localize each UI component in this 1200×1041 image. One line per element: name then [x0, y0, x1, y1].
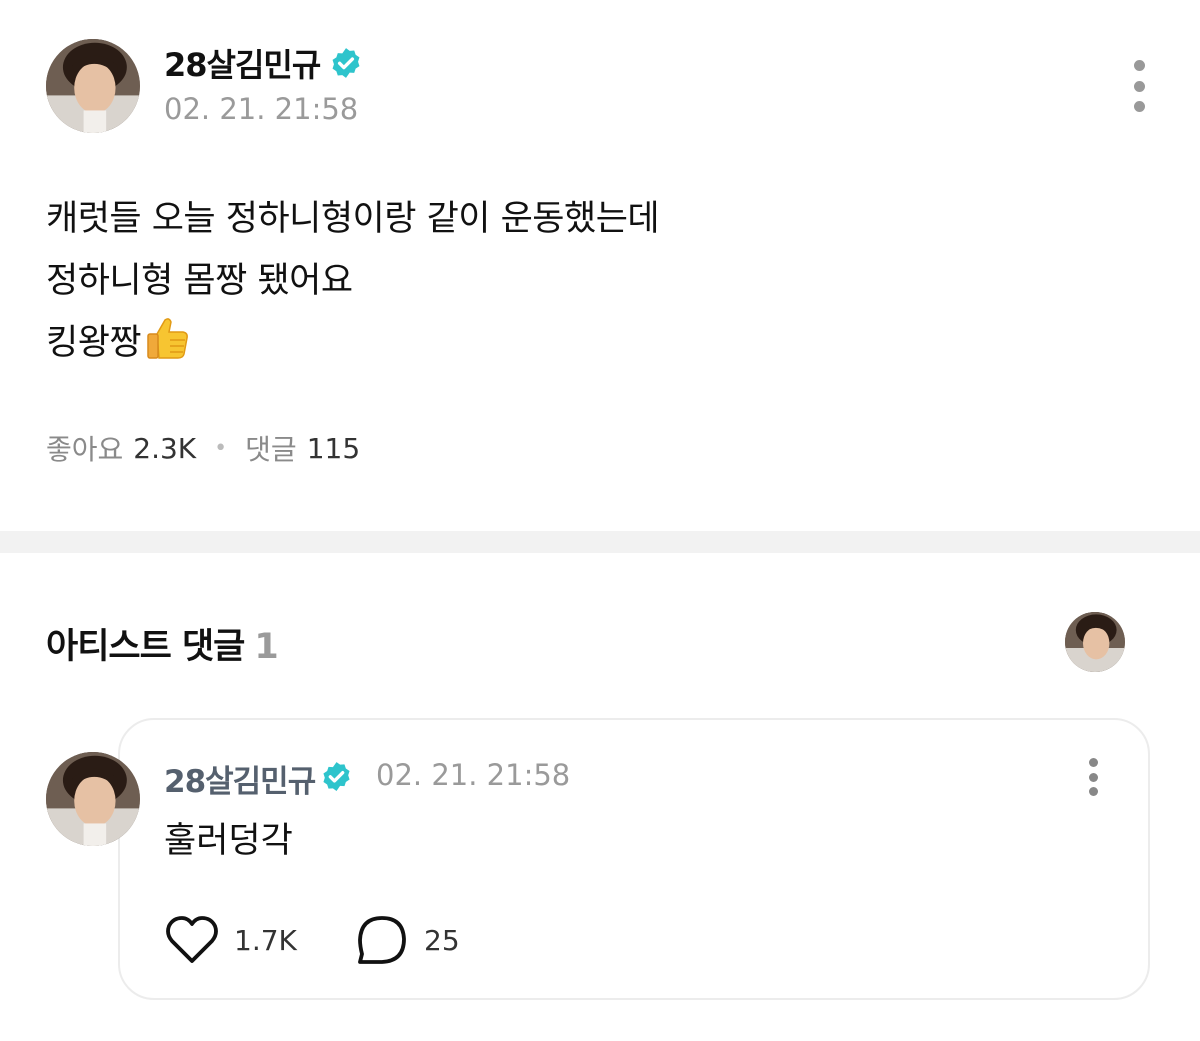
artist-comments-heading: 아티스트 댓글 1	[46, 618, 279, 669]
thumbs-up-emoji	[147, 318, 189, 359]
more-vertical-icon	[1088, 758, 1098, 767]
avatar-image	[46, 39, 140, 133]
comment-author-name[interactable]: 28살김민규	[164, 756, 316, 801]
post-body-line: 킹왕짱	[46, 323, 142, 363]
artist-comments-title: 아티스트 댓글	[46, 627, 245, 667]
comments-count: 115	[306, 431, 361, 465]
likes-label: 좋아요	[46, 433, 124, 466]
avatar-image	[46, 752, 140, 846]
verified-badge-icon	[323, 762, 350, 791]
comment-author-avatar[interactable]	[46, 752, 140, 846]
section-divider	[0, 531, 1200, 553]
more-dot	[1133, 101, 1145, 112]
post-author-avatar[interactable]	[46, 39, 140, 133]
likes-count: 2.3K	[133, 431, 197, 465]
post-author-name[interactable]: 28살김민규	[164, 40, 321, 86]
post-more-options-button[interactable]	[1122, 60, 1156, 112]
post-body-line: 캐럿들 오늘 정하니형이랑 같이 운동했는데	[46, 199, 660, 239]
more-dot	[1088, 787, 1098, 796]
avatar-image	[1065, 612, 1125, 672]
heart-outline-icon	[166, 916, 218, 963]
comment-like-count: 1.7K	[234, 923, 297, 957]
comments-label: 댓글	[245, 433, 297, 466]
comment-reply-button[interactable]: 25	[356, 914, 460, 966]
more-dot	[1133, 80, 1145, 92]
comment-like-button[interactable]: 1.7K	[164, 914, 297, 966]
post-timestamp: 02. 21. 21:58	[164, 92, 359, 126]
verified-badge-icon	[332, 48, 360, 78]
post-body-line-with-emoji: 킹왕짱	[46, 312, 1046, 374]
comment-more-options-button[interactable]	[1078, 758, 1108, 796]
artist-comments-count: 1	[254, 627, 278, 667]
more-dot	[1088, 772, 1098, 782]
post-body-line: 정하니형 몸짱 됐어요	[46, 261, 353, 301]
comment-timestamp: 02. 21. 21:58	[376, 758, 571, 792]
comment-reply-count: 25	[424, 923, 460, 957]
post-body: 캐럿들 오늘 정하니형이랑 같이 운동했는데 정하니형 몸짱 됐어요 킹왕짱	[46, 188, 1046, 374]
comment-text: 훌러덩각	[164, 821, 293, 861]
speech-bubble-icon	[358, 916, 406, 964]
artist-filter-avatar[interactable]	[1065, 612, 1125, 672]
stats-separator: •	[214, 435, 228, 461]
post-stats: 좋아요 2.3K • 댓글 115	[46, 428, 360, 468]
more-vertical-icon	[1133, 60, 1145, 71]
